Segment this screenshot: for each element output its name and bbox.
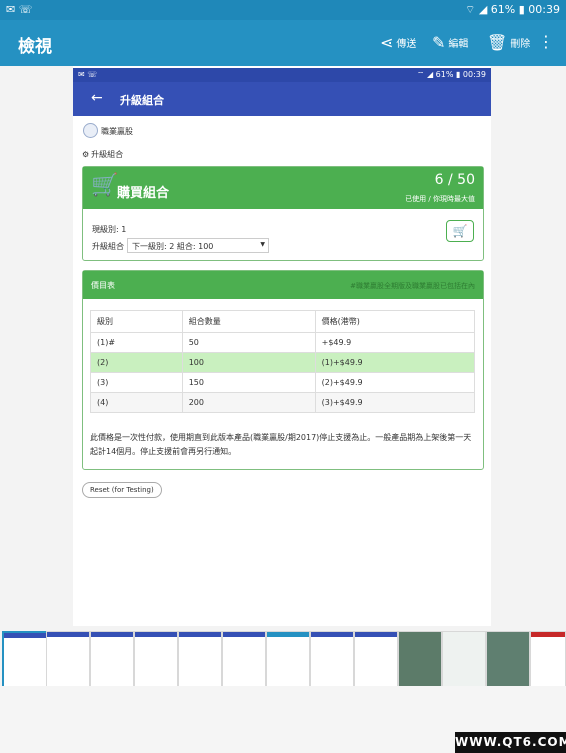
buy-title: 購買組合 <box>117 186 170 201</box>
price-table: 級別 組合數量 價格(港幣) (1)# 50 +$49.9 (2) 100 (1… <box>90 310 476 413</box>
edit-label: 編輯 <box>448 39 469 50</box>
usage-counter: 6 / 50 <box>435 172 475 188</box>
price-title: 價目表 <box>91 281 115 290</box>
thumbnail-item[interactable] <box>398 631 442 687</box>
table-header-row: 級別 組合數量 價格(港幣) <box>90 310 476 333</box>
share-button[interactable]: ⋖ 傳送 <box>380 33 416 52</box>
delete-button[interactable]: 🗑 刪除 <box>487 33 530 52</box>
gear-icon: ⚙ <box>82 150 90 159</box>
thumbnail-item[interactable] <box>46 631 90 687</box>
thumbnail-item[interactable] <box>2 631 48 689</box>
table-cell: (1)+$49.9 <box>314 352 476 373</box>
watermark: WWW.QT6.COM <box>455 732 566 753</box>
price-panel-header: 價目表 #職業贏股全期版及職業贏股已包括在內 <box>83 271 483 299</box>
table-cell: (4) <box>90 392 183 413</box>
thumbnail-item[interactable] <box>442 631 486 687</box>
table-row: (4) 200 (3)+$49.9 <box>90 392 476 413</box>
price-note: #職業贏股全期版及職業贏股已包括在內 <box>350 282 475 290</box>
status-bar: ✉ ☏ ⌔ ◢ 61% ▮ 00:39 <box>0 0 566 20</box>
share-label: 傳送 <box>396 39 417 50</box>
chevron-down-icon: ▼ <box>260 241 265 248</box>
thumbnail-item[interactable] <box>90 631 134 687</box>
inner-status-bar: ✉ ☏ ⌔ ◢ 61% ▮ 00:39 <box>73 68 491 82</box>
back-arrow-icon[interactable]: ← <box>91 90 103 106</box>
table-header: 級別 <box>90 310 183 333</box>
table-row: (3) 150 (2)+$49.9 <box>90 372 476 393</box>
edit-button[interactable]: ✎ 編輯 <box>432 33 468 52</box>
table-cell: 50 <box>181 332 316 353</box>
current-level: 現級別: 1 <box>92 225 127 234</box>
status-left-icons: ✉ ☏ <box>6 3 33 16</box>
usage-caption: 已使用 / 你現時最大值 <box>405 195 475 203</box>
usage-used: 6 <box>434 172 444 188</box>
edit-icon: ✎ <box>432 33 446 52</box>
usage-sep: / <box>443 172 458 188</box>
table-cell: (2)+$49.9 <box>314 372 476 393</box>
overflow-menu-icon[interactable]: ⋮ <box>538 32 554 51</box>
table-cell: 150 <box>181 372 316 393</box>
reset-button[interactable]: Reset (for Testing) <box>82 482 162 498</box>
table-cell: (2) <box>90 352 183 373</box>
upgrade-label: 升級組合 <box>92 242 124 251</box>
thumbnail-item[interactable] <box>134 631 178 687</box>
company-name: 職業贏股 <box>101 127 133 136</box>
table-cell: (3)+$49.9 <box>314 392 476 413</box>
table-cell: 200 <box>181 392 316 413</box>
price-footnote: 此價格是一次性付款，使用期直到此版本產品(職業贏股/期2017)停止支援為止。一… <box>90 433 472 456</box>
table-header: 組合數量 <box>181 310 316 333</box>
price-table-wrap: 級別 組合數量 價格(港幣) (1)# 50 +$49.9 (2) 100 (1… <box>90 310 476 413</box>
table-row: (1)# 50 +$49.9 <box>90 332 476 353</box>
thumbnail-item[interactable] <box>310 631 354 687</box>
section-heading: ⚙ 升級組合 <box>82 149 123 160</box>
app-bar: 檢視 ⋖ 傳送 ✎ 編輯 🗑 刪除 ⋮ <box>0 20 566 66</box>
thumbnail-item[interactable] <box>222 631 266 687</box>
cart-icon: 🛒 <box>91 173 119 198</box>
add-to-cart-button[interactable]: 🛒 <box>446 220 474 242</box>
table-cell: +$49.9 <box>314 332 476 353</box>
add-cart-icon: 🛒 <box>452 224 468 238</box>
table-cell: (1)# <box>90 332 183 353</box>
company-logo <box>83 123 98 138</box>
section-heading-text: 升級組合 <box>91 150 124 159</box>
inner-status-right: ⌔ ◢ 61% ▮ 00:39 <box>416 70 486 79</box>
usage-max: 50 <box>457 172 475 188</box>
thumbnail-item[interactable] <box>178 631 222 687</box>
thumbnail-item[interactable] <box>530 631 566 687</box>
table-cell: 100 <box>181 352 316 373</box>
page-title: 檢視 <box>18 37 52 57</box>
thumbnail-item[interactable] <box>266 631 310 687</box>
table-row-highlighted: (2) 100 (1)+$49.9 <box>90 352 476 373</box>
share-icon: ⋖ <box>380 33 394 52</box>
thumbnail-item[interactable] <box>354 631 398 687</box>
delete-icon: 🗑 <box>487 33 508 52</box>
status-right-info: ⌔ ◢ 61% ▮ 00:39 <box>465 3 560 16</box>
table-cell: (3) <box>90 372 183 393</box>
inner-app-bar: ← 升級組合 <box>73 82 491 116</box>
upgrade-select[interactable]: 下一級別: 2 組合: 100 ▼ <box>127 238 269 253</box>
inner-page-title: 升級組合 <box>120 94 164 107</box>
thumbnail-item[interactable] <box>486 631 530 687</box>
delete-label: 刪除 <box>510 39 531 50</box>
table-header: 價格(港幣) <box>314 310 476 333</box>
buy-panel-header: 🛒 購買組合 6 / 50 已使用 / 你現時最大值 <box>83 167 483 209</box>
inner-status-left: ✉ ☏ <box>78 70 98 79</box>
upgrade-select-value: 下一級別: 2 組合: 100 <box>132 242 214 251</box>
